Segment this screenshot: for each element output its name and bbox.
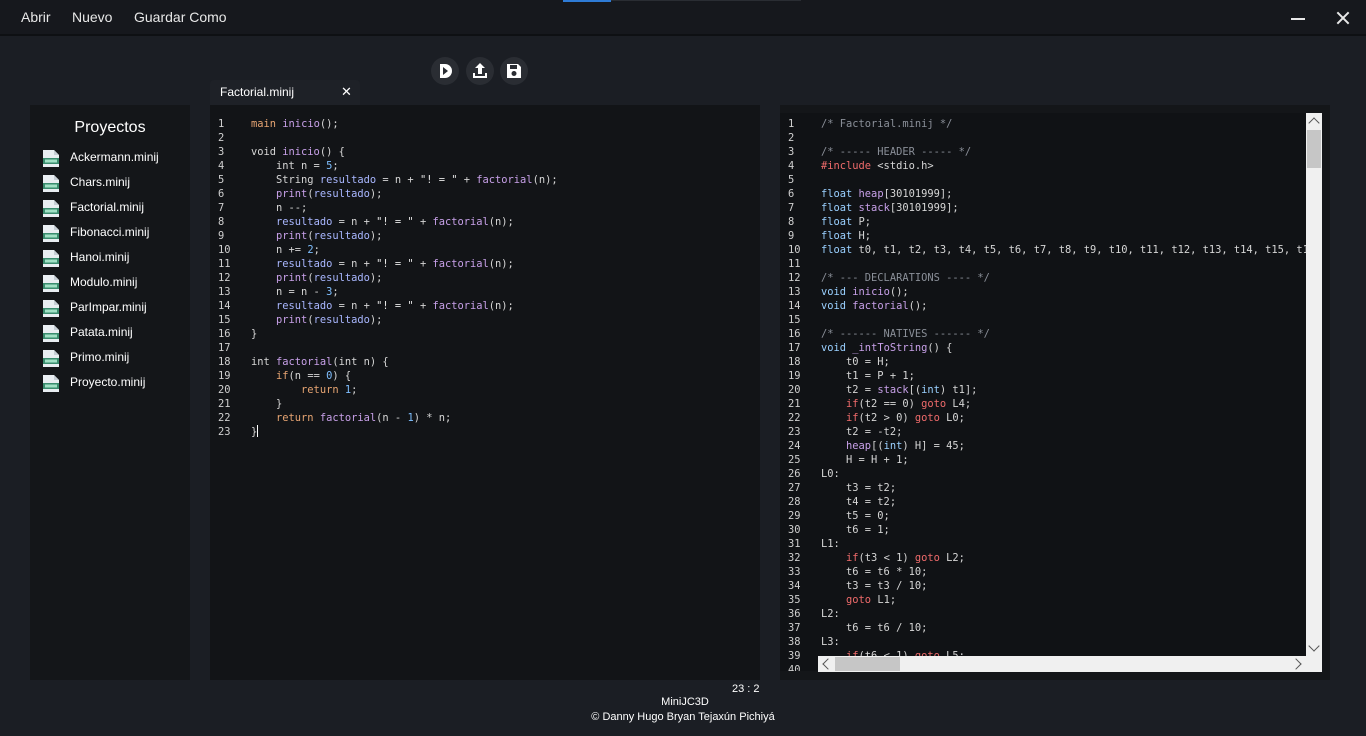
project-item[interactable]: Factorial.minij <box>42 197 187 219</box>
project-label: Chars.minij <box>70 175 131 189</box>
project-label: Modulo.minij <box>70 275 138 289</box>
file-icon <box>43 225 59 242</box>
file-icon <box>43 350 59 367</box>
play-icon <box>440 64 452 78</box>
horizontal-scroll-thumb[interactable] <box>835 657 900 671</box>
menu-new[interactable]: Nuevo <box>72 9 112 25</box>
save-button[interactable] <box>500 57 528 85</box>
export-button[interactable] <box>466 57 494 85</box>
file-icon <box>43 300 59 317</box>
project-item[interactable]: Modulo.minij <box>42 272 187 294</box>
menu-save-as[interactable]: Guardar Como <box>134 9 227 25</box>
project-label: Patata.minij <box>70 325 133 339</box>
editor-line-numbers: 1 2 3 4 5 6 7 8 9 10 11 12 13 14 15 16 1… <box>218 118 231 438</box>
project-item[interactable]: Fibonacci.minij <box>42 222 187 244</box>
output-horizontal-scrollbar[interactable] <box>818 656 1306 672</box>
run-button[interactable] <box>431 57 459 85</box>
cursor-position: 23 : 2 <box>732 683 760 695</box>
projects-sidebar: Proyectos Ackermann.minij Chars.minij Fact… <box>30 105 190 680</box>
text-caret <box>257 425 259 437</box>
code-editor[interactable]: 1 2 3 4 5 6 7 8 9 10 11 12 13 14 15 16 1… <box>210 105 760 680</box>
output-panel: 1 2 3 4 5 6 7 8 9 10 11 12 13 14 15 16 1… <box>780 105 1330 680</box>
minimize-button[interactable] <box>1286 6 1310 30</box>
project-item[interactable]: Patata.minij <box>42 322 187 344</box>
output-code: /* Factorial.minij */ /* ----- HEADER --… <box>821 118 1321 662</box>
project-label: Ackermann.minij <box>70 150 159 164</box>
project-label: Fibonacci.minij <box>70 225 150 239</box>
file-icon <box>43 375 59 392</box>
file-icon <box>43 250 59 267</box>
footer-app-name: MiniJC3D <box>661 696 709 708</box>
project-label: Primo.minij <box>70 350 130 364</box>
project-label: Hanoi.minij <box>70 250 130 264</box>
project-label: Factorial.minij <box>70 200 145 214</box>
close-window-button[interactable] <box>1331 6 1355 30</box>
vertical-scroll-thumb[interactable] <box>1307 130 1321 168</box>
tab-factorial[interactable]: Factorial.minij ✕ <box>210 80 360 105</box>
scroll-left-icon[interactable] <box>822 658 834 670</box>
drag-handle-accent <box>563 0 611 2</box>
file-icon <box>43 275 59 292</box>
project-item[interactable]: Proyecto.minij <box>42 372 187 394</box>
project-item[interactable]: Primo.minij <box>42 347 187 369</box>
file-icon <box>43 325 59 342</box>
drag-handle-track <box>611 0 801 1</box>
menu-open[interactable]: Abrir <box>21 9 51 25</box>
project-item[interactable]: Chars.minij <box>42 172 187 194</box>
save-icon <box>507 64 521 78</box>
tab-label: Factorial.minij <box>220 85 295 99</box>
project-item[interactable]: Ackermann.minij <box>42 147 187 169</box>
output-line-numbers: 1 2 3 4 5 6 7 8 9 10 11 12 13 14 15 16 1… <box>788 118 801 671</box>
file-icon <box>43 175 59 192</box>
project-label: Proyecto.minij <box>70 375 146 389</box>
scrollbar-corner <box>1306 656 1322 672</box>
output-viewport[interactable]: 1 2 3 4 5 6 7 8 9 10 11 12 13 14 15 16 1… <box>780 113 1322 671</box>
sidebar-title: Proyectos <box>74 119 146 136</box>
menu-bar: Abrir Nuevo Guardar Como <box>0 0 1366 36</box>
upload-icon <box>473 63 487 78</box>
output-vertical-scrollbar[interactable] <box>1306 113 1322 656</box>
file-icon <box>43 150 59 167</box>
project-label: ParImpar.minij <box>70 300 147 314</box>
tab-close-icon[interactable]: ✕ <box>341 85 352 100</box>
scroll-up-icon[interactable] <box>1308 117 1320 129</box>
file-icon <box>43 200 59 217</box>
scroll-right-icon[interactable] <box>1290 658 1302 670</box>
footer-credit: © Danny Hugo Bryan Tejaxún Pichiyá <box>591 711 775 723</box>
editor-code[interactable]: main inicio(); void inicio() { int n = 5… <box>251 117 558 439</box>
project-item[interactable]: ParImpar.minij <box>42 297 187 319</box>
scroll-down-icon[interactable] <box>1308 640 1320 652</box>
project-item[interactable]: Hanoi.minij <box>42 247 187 269</box>
